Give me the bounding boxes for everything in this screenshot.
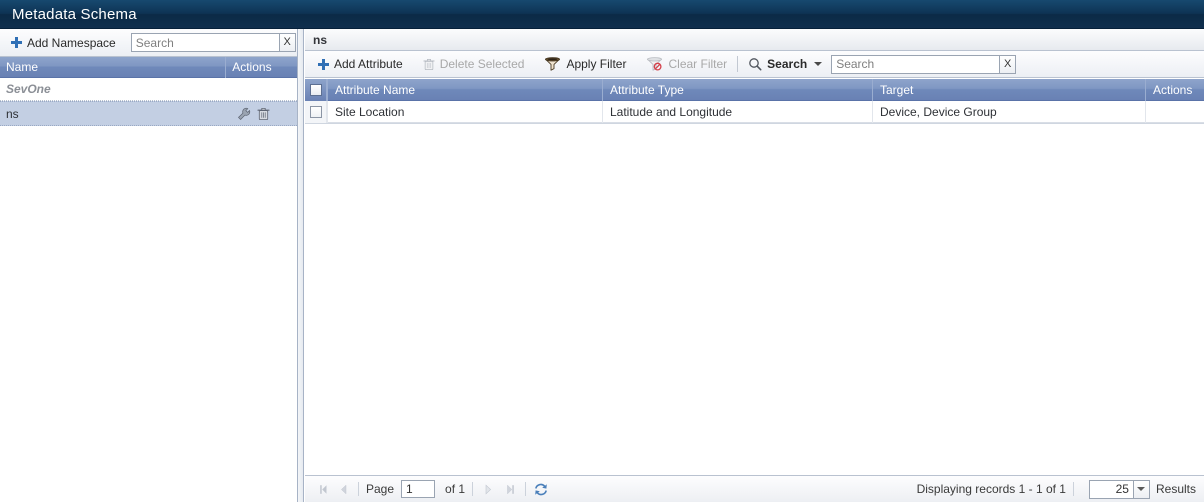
funnel-blocked-icon	[646, 57, 663, 71]
page-body: Add Namespace X Name Actions SevOne ns	[0, 29, 1204, 502]
delete-selected-button[interactable]: Delete Selected	[418, 56, 530, 72]
namespace-column-name[interactable]: Name	[0, 57, 225, 78]
page-label: Page	[366, 482, 395, 496]
pagination-divider	[472, 482, 474, 496]
page-title: Metadata Schema	[12, 5, 137, 23]
pagination-toolbar: Page of 1	[305, 475, 1204, 502]
toolbar-divider	[737, 56, 739, 72]
panel-splitter[interactable]	[298, 29, 304, 502]
page-size-dropdown-button[interactable]	[1132, 479, 1150, 499]
add-namespace-label: Add Namespace	[27, 35, 116, 50]
namespace-search-clear-button[interactable]: X	[278, 33, 296, 52]
delete-selected-label: Delete Selected	[439, 57, 525, 71]
cell-attribute-name: Site Location	[327, 101, 602, 123]
attributes-grid-header: Attribute Name Attribute Type Target Act…	[305, 79, 1204, 101]
column-attribute-type[interactable]: Attribute Type	[602, 79, 872, 101]
page-size-input[interactable]	[1088, 479, 1133, 499]
page-number-input[interactable]	[401, 480, 436, 498]
select-all-checkbox[interactable]	[309, 84, 322, 96]
namespace-search: X	[130, 33, 296, 52]
add-namespace-button[interactable]: Add Namespace	[6, 35, 121, 51]
search-mode-label: Search	[767, 57, 808, 71]
attributes-grid-container: Attribute Name Attribute Type Target Act…	[305, 79, 1204, 475]
pagination-divider	[525, 482, 527, 496]
attributes-toolbar: Add Attribute Delete Selected Apply Filt…	[305, 51, 1204, 78]
plus-icon	[11, 37, 22, 48]
page-total-label: of 1	[445, 482, 466, 496]
namespace-row-name: ns	[6, 106, 19, 121]
last-page-button[interactable]	[502, 481, 518, 497]
row-select-cell[interactable]	[305, 101, 327, 123]
prev-page-button[interactable]	[335, 481, 351, 497]
next-page-button[interactable]	[480, 481, 496, 497]
chevron-down-icon	[1137, 487, 1146, 491]
add-attribute-button[interactable]: Add Attribute	[313, 56, 408, 72]
attribute-search-clear-button[interactable]: X	[999, 54, 1017, 74]
cell-actions	[1145, 101, 1204, 123]
cell-target: Device, Device Group	[872, 101, 1145, 123]
namespace-grid-header: Name Actions	[0, 56, 297, 78]
first-page-button[interactable]	[315, 481, 331, 497]
plus-icon	[318, 58, 329, 70]
column-actions[interactable]: Actions	[1145, 79, 1204, 101]
attributes-panel-title: ns	[305, 29, 1204, 51]
clear-filter-button[interactable]: Clear Filter	[641, 56, 732, 72]
namespace-row-actions	[225, 107, 297, 121]
namespace-panel: Add Namespace X Name Actions SevOne ns	[0, 29, 298, 502]
column-target[interactable]: Target	[872, 79, 1145, 101]
attributes-grid: Attribute Name Attribute Type Target Act…	[305, 79, 1204, 124]
row-checkbox[interactable]	[309, 106, 322, 118]
page-size-selector	[1088, 479, 1150, 499]
clear-filter-label: Clear Filter	[668, 57, 728, 71]
namespace-toolbar: Add Namespace X	[0, 29, 297, 57]
apply-filter-button[interactable]: Apply Filter	[539, 56, 631, 72]
add-attribute-label: Add Attribute	[334, 57, 403, 71]
table-row[interactable]: Site Location Latitude and Longitude Dev…	[305, 101, 1204, 123]
attributes-panel: ns Add Attribute Delete Selected Apply F…	[305, 29, 1204, 502]
trash-icon	[423, 58, 435, 71]
wrench-icon[interactable]	[237, 107, 251, 121]
cell-attribute-type: Latitude and Longitude	[602, 101, 872, 123]
pagination-divider	[358, 482, 359, 496]
select-all-header-cell[interactable]	[305, 79, 327, 101]
chevron-down-icon	[814, 62, 823, 66]
funnel-icon	[544, 57, 561, 71]
namespace-search-input[interactable]	[130, 33, 279, 52]
apply-filter-label: Apply Filter	[566, 57, 627, 71]
pagination-divider	[1072, 482, 1074, 496]
refresh-icon[interactable]	[533, 482, 549, 497]
namespace-row-ns[interactable]: ns	[0, 101, 297, 126]
trash-icon[interactable]	[257, 107, 270, 120]
namespace-column-actions[interactable]: Actions	[225, 56, 297, 78]
attribute-search: X	[831, 54, 1017, 74]
magnifier-icon	[748, 57, 762, 71]
attribute-search-input[interactable]	[831, 54, 1000, 74]
displaying-records-label: Displaying records 1 - 1 of 1	[916, 482, 1066, 496]
results-label: Results	[1155, 482, 1196, 496]
search-mode-button[interactable]: Search	[743, 56, 827, 72]
column-attribute-name[interactable]: Attribute Name	[327, 79, 602, 101]
window-title-bar: Metadata Schema	[0, 0, 1204, 29]
namespace-group-row: SevOne	[0, 78, 297, 101]
